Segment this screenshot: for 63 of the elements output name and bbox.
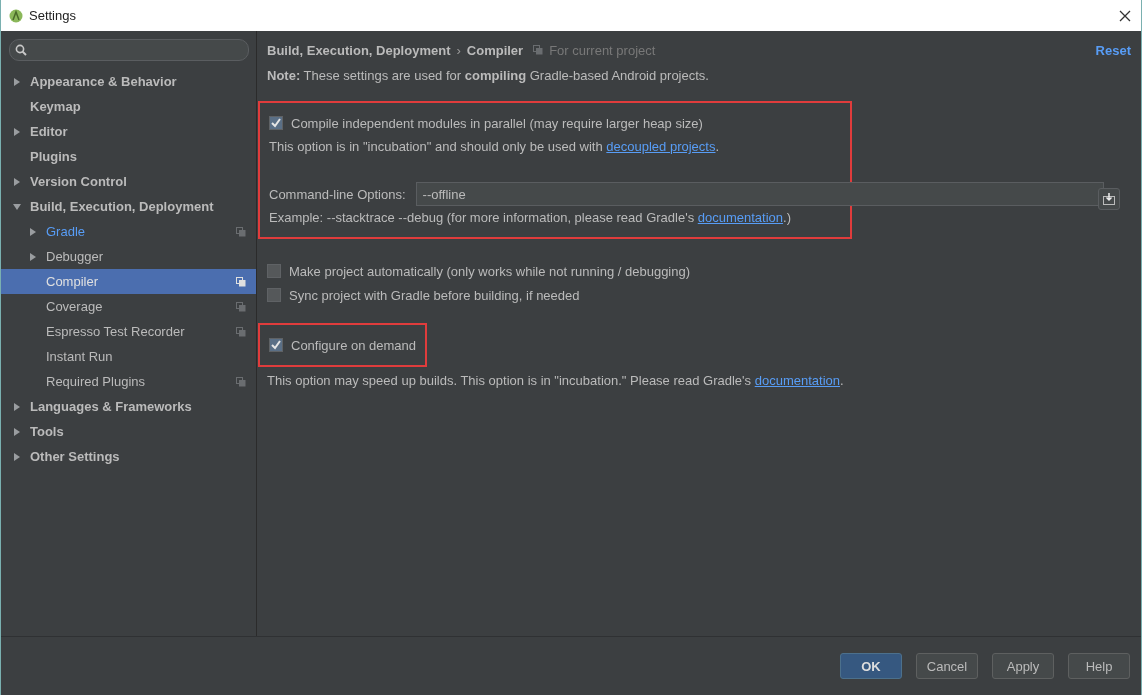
close-icon[interactable] <box>1119 9 1131 22</box>
dialog-button[interactable]: OK <box>840 653 902 679</box>
expand-arrow-icon[interactable] <box>13 127 21 136</box>
copy-icon <box>236 276 246 287</box>
documentation-link[interactable]: documentation <box>754 373 840 388</box>
copy-icon <box>533 45 544 55</box>
checkbox[interactable] <box>267 264 281 278</box>
collapse-arrow-icon[interactable] <box>13 202 21 211</box>
checkbox-label[interactable]: Make project automatically (only works while not running / debugging) <box>289 263 691 279</box>
scope-label: For current project <box>549 42 656 58</box>
tree-item[interactable]: Espresso Test Recorder <box>1 319 256 344</box>
reset-link[interactable]: Reset <box>1095 42 1131 58</box>
expand-arrow-icon[interactable] <box>13 402 21 411</box>
tree-item[interactable]: Tools <box>1 419 256 444</box>
expand-arrow-icon[interactable] <box>13 77 21 86</box>
app-logo-icon <box>9 8 23 23</box>
tree-item[interactable]: Editor <box>1 119 256 144</box>
documentation-link[interactable]: documentation <box>697 210 784 225</box>
breadcrumb-separator: › <box>456 42 461 58</box>
option-description: This option may speed up builds. This option is in "incubation." Please read Gradle's documentation. <box>267 373 844 388</box>
copy-icon <box>236 376 246 387</box>
dialog-button[interactable]: Apply <box>992 653 1054 679</box>
tree-item[interactable]: Other Settings <box>1 444 256 469</box>
option-description: This option is in "incubation" and should only be used with decoupled projects. <box>269 139 721 154</box>
tree-item[interactable]: Required Plugins <box>1 369 256 394</box>
download-icon <box>1103 193 1115 205</box>
window-title: Settings <box>29 8 76 23</box>
breadcrumb-item: Compiler <box>466 42 524 58</box>
field-label: Command-line Options: <box>269 186 406 202</box>
tree-item[interactable]: Coverage <box>1 294 256 319</box>
tree-item[interactable]: Keymap <box>1 94 256 119</box>
tree-item[interactable]: Languages & Frameworks <box>1 394 256 419</box>
copy-icon <box>236 301 246 312</box>
breadcrumb-item: Build, Execution, Deployment <box>267 42 451 58</box>
tree-item[interactable]: Gradle <box>1 219 256 244</box>
checkbox-label[interactable]: Sync project with Gradle before building, if needed <box>289 287 580 303</box>
expand-arrow-icon[interactable] <box>13 177 21 186</box>
tree-item[interactable]: Debugger <box>1 244 256 269</box>
expand-field-button[interactable] <box>1098 188 1120 210</box>
checkbox[interactable] <box>269 338 283 352</box>
tree-item[interactable]: Compiler <box>1 269 256 294</box>
note-text: Note: These settings are used for compiling Gradle-based Android projects. <box>267 68 710 83</box>
expand-arrow-icon[interactable] <box>29 252 37 261</box>
copy-icon <box>236 326 246 337</box>
checkbox[interactable] <box>269 116 283 130</box>
expand-arrow-icon[interactable] <box>13 427 21 436</box>
expand-arrow-icon[interactable] <box>29 227 37 236</box>
search-field[interactable] <box>9 39 249 61</box>
dialog-button[interactable]: Help <box>1068 653 1130 679</box>
input-field[interactable]: --offline <box>415 182 1104 206</box>
checkbox[interactable] <box>267 288 281 302</box>
dialog-button[interactable]: Cancel <box>916 653 978 679</box>
checkbox-label[interactable]: Configure on demand <box>291 337 417 353</box>
copy-icon <box>236 226 246 237</box>
expand-arrow-icon[interactable] <box>13 452 21 461</box>
tree-item[interactable]: Build, Execution, Deployment <box>1 194 256 219</box>
tree-item[interactable]: Instant Run <box>1 344 256 369</box>
search-icon <box>15 44 27 56</box>
tree-item[interactable]: Version Control <box>1 169 256 194</box>
option-description: Example: --stacktrace --debug (for more information, please read Gradle's documentation.) <box>269 210 792 225</box>
checkbox-label[interactable]: Compile independent modules in parallel (may require larger heap size) <box>291 115 703 131</box>
tree-item[interactable]: Appearance & Behavior <box>1 69 256 94</box>
tree-item[interactable]: Plugins <box>1 144 256 169</box>
